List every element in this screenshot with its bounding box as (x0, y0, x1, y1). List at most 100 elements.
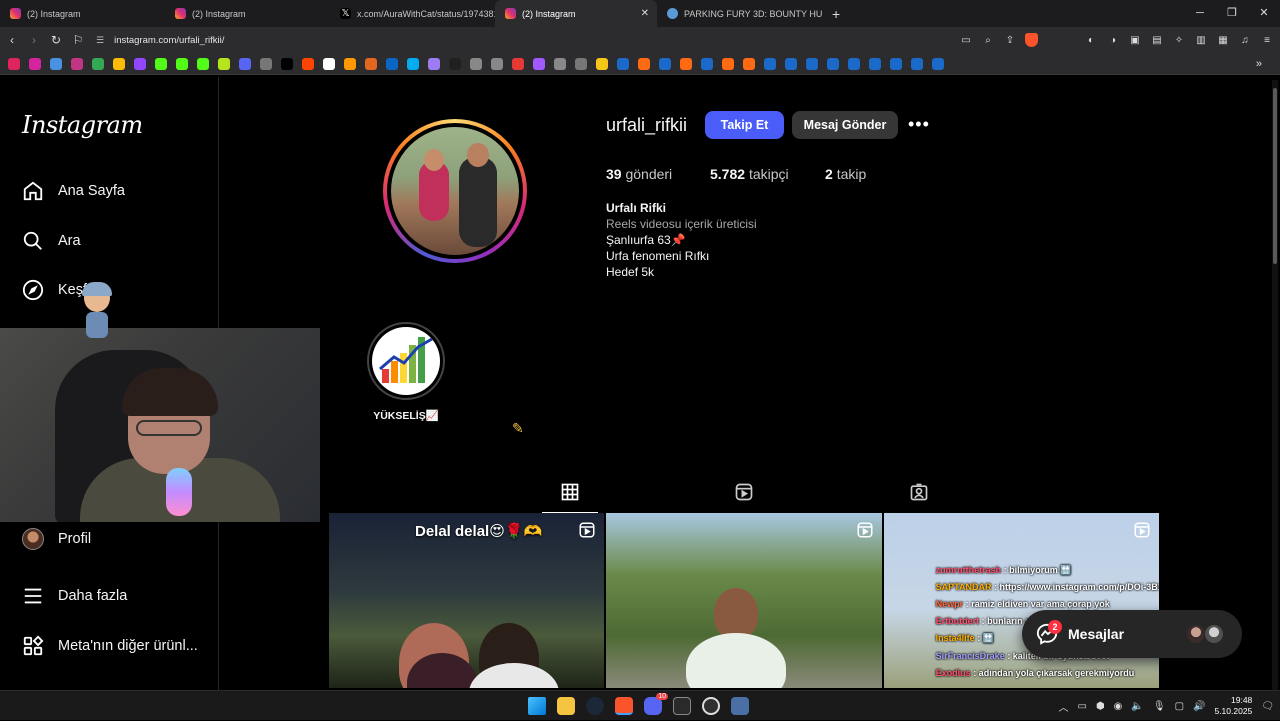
post-tile[interactable] (606, 513, 882, 688)
bookmark-favicon-icon[interactable] (911, 57, 923, 70)
bookmark-favicon-icon[interactable] (533, 57, 545, 70)
windows-start-icon[interactable] (528, 697, 546, 715)
minimize-icon[interactable]: ─ (1184, 0, 1216, 27)
story-highlight[interactable]: YÜKSELİŞ📈 (367, 322, 445, 422)
bookmark-favicon-icon[interactable] (113, 57, 125, 70)
wallet-icon[interactable]: ▦ (1216, 35, 1230, 46)
cast-icon[interactable]: ▭ (959, 35, 973, 46)
bookmark-favicon-icon[interactable] (659, 57, 671, 70)
bookmark-favicon-icon[interactable] (848, 57, 860, 70)
bookmark-favicon-icon[interactable] (344, 57, 356, 70)
browser-tab-1[interactable]: (2) Instagram (0, 0, 165, 27)
share-icon[interactable]: ⇪ (1003, 35, 1017, 46)
app-icon[interactable] (673, 697, 691, 715)
profile-avatar-story-ring[interactable] (383, 119, 527, 263)
posts-grid-tab[interactable] (542, 480, 598, 513)
steam-tray-icon[interactable]: ◉ (1114, 701, 1123, 712)
browser-tab-3[interactable]: 𝕏 x.com/AuraWithCat/status/1974381 (330, 0, 495, 27)
bookmark-favicon-icon[interactable] (365, 57, 377, 70)
nav-home[interactable]: Ana Sayfa (22, 180, 125, 202)
bookmark-favicon-icon[interactable] (890, 57, 902, 70)
bookmark-favicon-icon[interactable] (806, 57, 818, 70)
speaker-icon[interactable]: 🔊 (1193, 701, 1205, 712)
following-count[interactable]: 2 takip (825, 166, 866, 182)
file-explorer-icon[interactable] (557, 697, 575, 715)
bookmark-favicon-icon[interactable] (8, 57, 20, 70)
bookmark-favicon-icon[interactable] (50, 57, 62, 70)
more-options-icon[interactable]: ••• (908, 114, 930, 135)
bookmark-favicon-icon[interactable] (323, 57, 335, 70)
bookmark-favicon-icon[interactable] (260, 57, 272, 70)
extension-icon[interactable]: ◐ (1084, 35, 1098, 46)
close-window-icon[interactable]: ✕ (1248, 0, 1280, 27)
media-icon[interactable]: ♫ (1238, 35, 1252, 46)
bookmark-favicon-icon[interactable] (617, 57, 629, 70)
bookmark-favicon-icon[interactable] (869, 57, 881, 70)
system-clock[interactable]: 19:48 5.10.2025 (1214, 695, 1252, 717)
bookmark-favicon-icon[interactable] (722, 57, 734, 70)
nav-search[interactable]: Ara (22, 230, 81, 252)
tray-icon[interactable]: ⬢ (1096, 701, 1105, 712)
back-icon[interactable]: ‹ (2, 33, 22, 47)
bookmark-favicon-icon[interactable] (134, 57, 146, 70)
bookmark-favicon-icon[interactable] (155, 57, 167, 70)
puzzle-icon[interactable]: ✧ (1172, 35, 1186, 46)
follow-button[interactable]: Takip Et (705, 111, 784, 139)
post-tile[interactable]: zumrutthetrash : bilmiyorum 🔛 SAPTANDAR … (883, 513, 1159, 688)
nav-more[interactable]: Daha fazla (22, 585, 127, 607)
bookmark-favicon-icon[interactable] (512, 57, 524, 70)
bookmark-favicon-icon[interactable] (428, 57, 440, 70)
brave-icon[interactable] (615, 697, 633, 715)
posts-count[interactable]: 39 gönderi (606, 166, 710, 182)
bookmark-favicon-icon[interactable] (302, 57, 314, 70)
post-tile[interactable]: Delal delal😍🌹🫶 (329, 513, 605, 688)
bookmark-favicon-icon[interactable] (827, 57, 839, 70)
bookmark-favicon-icon[interactable] (407, 57, 419, 70)
nav-meta-apps[interactable]: Meta'nın diğer ürünl... (22, 635, 198, 657)
nav-profile[interactable]: Profil (22, 528, 91, 550)
volume-icon[interactable]: 🔈 (1131, 701, 1143, 712)
extension-icon[interactable]: ◑ (1106, 35, 1120, 46)
browser-tab-4-active[interactable]: (2) Instagram ✕ (495, 0, 657, 27)
reels-tab[interactable] (730, 480, 758, 504)
close-tab-icon[interactable]: ✕ (641, 8, 649, 19)
bookmark-icon[interactable]: ⚐ (68, 33, 88, 47)
tray-icon[interactable]: ▭ (1077, 701, 1086, 712)
bookmark-favicon-icon[interactable] (743, 57, 755, 70)
followers-count[interactable]: 5.782 takipçi (710, 166, 825, 182)
discord-icon[interactable]: 10 (644, 693, 668, 715)
brave-shields-icon[interactable] (1025, 33, 1038, 47)
chevron-up-icon[interactable]: ︿ (1058, 699, 1068, 714)
bookmark-favicon-icon[interactable] (470, 57, 482, 70)
zoom-icon[interactable]: ⌕ (981, 35, 995, 46)
messages-button[interactable]: 2 Mesajlar (1022, 610, 1242, 658)
bookmark-favicon-icon[interactable] (785, 57, 797, 70)
site-settings-icon[interactable]: ☰ (96, 35, 104, 46)
bookmark-favicon-icon[interactable] (932, 57, 944, 70)
bookmark-favicon-icon[interactable] (554, 57, 566, 70)
obs-icon[interactable] (702, 697, 720, 715)
bookmark-favicon-icon[interactable] (176, 57, 188, 70)
mic-icon[interactable]: 🎙 (1153, 701, 1166, 712)
bookmark-favicon-icon[interactable] (92, 57, 104, 70)
bookmark-favicon-icon[interactable] (197, 57, 209, 70)
bookmark-favicon-icon[interactable] (71, 57, 83, 70)
new-tab-button[interactable]: + (822, 6, 850, 22)
bookmark-favicon-icon[interactable] (764, 57, 776, 70)
send-message-button[interactable]: Mesaj Gönder (792, 111, 898, 139)
bookmark-favicon-icon[interactable] (218, 57, 230, 70)
more-bookmarks-icon[interactable]: » (1256, 58, 1262, 70)
bookmark-favicon-icon[interactable] (596, 57, 608, 70)
reload-icon[interactable]: ↻ (46, 33, 66, 47)
sidebar-icon[interactable]: ▥ (1194, 35, 1208, 46)
bookmark-favicon-icon[interactable] (449, 57, 461, 70)
bookmark-favicon-icon[interactable] (281, 57, 293, 70)
bookmark-favicon-icon[interactable] (239, 57, 251, 70)
extension-icon[interactable]: ▣ (1128, 35, 1142, 46)
bookmark-favicon-icon[interactable] (29, 57, 41, 70)
notification-icon[interactable]: 🗨 (1261, 701, 1274, 712)
bookmark-favicon-icon[interactable] (680, 57, 692, 70)
menu-icon[interactable]: ≡ (1260, 35, 1274, 46)
bookmark-favicon-icon[interactable] (701, 57, 713, 70)
network-icon[interactable]: ▢ (1175, 701, 1184, 712)
